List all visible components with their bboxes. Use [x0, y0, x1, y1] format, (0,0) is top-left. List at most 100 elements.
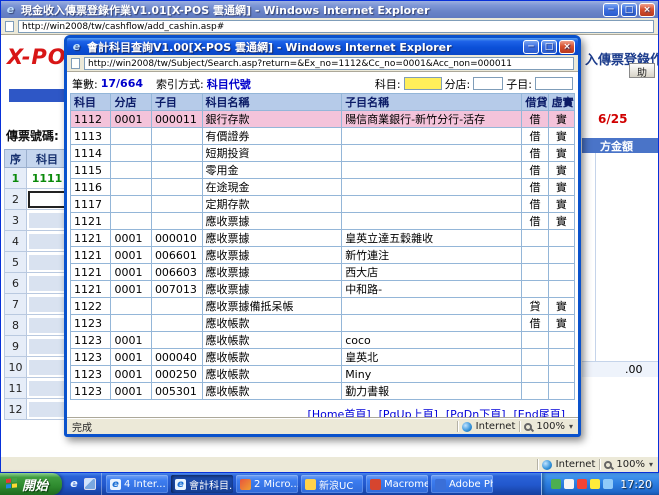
cell-branch: 0001: [111, 230, 151, 247]
tray-icon[interactable]: [577, 479, 587, 489]
entry-subject-cell[interactable]: [27, 294, 68, 315]
entry-subject-cell[interactable]: [27, 399, 68, 420]
subject-row[interactable]: 11230001000250應收帳款Miny: [71, 366, 575, 383]
zoom-dropdown-icon[interactable]: ▾: [569, 422, 573, 431]
subject-row[interactable]: 11230001000040應收帳款皇英北: [71, 349, 575, 366]
subject-row[interactable]: 11210001006603應收票據西大店: [71, 264, 575, 281]
table-column-divider: [595, 153, 596, 361]
taskbar-button[interactable]: 2 Micro...: [236, 475, 298, 493]
entry-subject-cell[interactable]: [27, 273, 68, 294]
cell-branch: [111, 298, 151, 315]
popup-maximize-button[interactable]: □: [541, 40, 557, 54]
cell-vr: [548, 281, 574, 298]
entry-subject-cell[interactable]: [27, 210, 68, 231]
entry-row-seq: 12: [5, 399, 27, 420]
tray-icon[interactable]: [564, 479, 574, 489]
zoom-dropdown-icon[interactable]: ▾: [649, 460, 653, 469]
tray-icon[interactable]: [590, 479, 600, 489]
pagination-link[interactable]: [PgDn下頁]: [446, 408, 506, 418]
cell-dc: 貸: [522, 298, 548, 315]
subject-input[interactable]: [28, 191, 66, 208]
entry-subject-cell[interactable]: [27, 336, 68, 357]
cell-branch: [111, 128, 151, 145]
popup-address-bar: http://win2008/tw/Subject/Search.asp?ret…: [67, 55, 578, 72]
cell-dc: [522, 264, 548, 281]
cell-acc: 1113: [71, 128, 111, 145]
show-desktop-icon[interactable]: [84, 478, 96, 490]
subacct-code-input[interactable]: [535, 77, 573, 90]
taskbar-button[interactable]: e4 Inter...: [106, 475, 168, 493]
entry-row: 11111: [5, 168, 68, 189]
subacct-code-label: 子目:: [506, 76, 532, 92]
subject-row[interactable]: 1114短期投資借實: [71, 145, 575, 162]
cell-sub: 007013: [151, 281, 202, 298]
subject-table-body: 11120001000011銀行存款陽信商業銀行-新竹分行-活存借實1113有價…: [71, 111, 575, 400]
subject-row[interactable]: 1117定期存款借實: [71, 196, 575, 213]
cell-acc: 1121: [71, 281, 111, 298]
entry-subject-cell[interactable]: 1111: [27, 168, 68, 189]
taskbar-button[interactable]: e會計科目...: [171, 475, 233, 493]
main-address-input[interactable]: http://win2008/tw/cashflow/add_cashin.as…: [18, 20, 654, 33]
windows-flag-icon: [6, 478, 18, 490]
entry-subject-cell[interactable]: [27, 189, 68, 210]
entry-row-seq: 6: [5, 273, 27, 294]
entry-row-seq: 7: [5, 294, 27, 315]
cell-name: 應收帳款: [202, 315, 342, 332]
maximize-button[interactable]: □: [621, 3, 637, 17]
subject-row[interactable]: 11210001007013應收票據中和路-: [71, 281, 575, 298]
entry-subject-cell[interactable]: [27, 315, 68, 336]
taskbar-button[interactable]: 新浪UC: [301, 475, 363, 493]
subject-code-input[interactable]: [404, 77, 442, 90]
cell-sub: [151, 145, 202, 162]
subject-row[interactable]: 11210001000010應收票據皇英立達五穀雜收: [71, 230, 575, 247]
entry-row: 2: [5, 189, 68, 210]
subject-row[interactable]: 1113有價證券借實: [71, 128, 575, 145]
taskbar-button[interactable]: Macromed...: [366, 475, 428, 493]
start-button[interactable]: 開始: [0, 473, 62, 495]
help-button-fragment[interactable]: 助: [629, 63, 655, 78]
cell-dc: [522, 281, 548, 298]
cell-dc: [522, 366, 548, 383]
entry-subject-cell[interactable]: [27, 357, 68, 378]
internet-zone-icon: [542, 460, 552, 470]
subject-row[interactable]: 11210001006601應收票據新竹連注: [71, 247, 575, 264]
flash-icon: [370, 479, 381, 490]
entry-subject-cell[interactable]: [27, 252, 68, 273]
subject-row[interactable]: 1123應收帳款借實: [71, 315, 575, 332]
subject-row[interactable]: 11230001應收帳款coco: [71, 332, 575, 349]
cell-sub_name: [342, 128, 522, 145]
quick-launch-ie-icon[interactable]: e: [67, 477, 81, 491]
tray-icon[interactable]: [603, 479, 613, 489]
branch-code-input[interactable]: [473, 77, 503, 90]
close-button[interactable]: ×: [639, 3, 655, 17]
entry-row-seq: 3: [5, 210, 27, 231]
subject-row[interactable]: 11120001000011銀行存款陽信商業銀行-新竹分行-活存借實: [71, 111, 575, 128]
popup-minimize-button[interactable]: ─: [523, 40, 539, 54]
popup-address-input[interactable]: http://win2008/tw/Subject/Search.asp?ret…: [84, 57, 574, 70]
pagination-link[interactable]: [End尾頁]: [514, 408, 566, 418]
subject-row[interactable]: 1116在途現金借實: [71, 179, 575, 196]
popup-close-button[interactable]: ×: [559, 40, 575, 54]
cell-branch: [111, 196, 151, 213]
cell-sub_name: 陽信商業銀行-新竹分行-活存: [342, 111, 522, 128]
entry-subject-cell[interactable]: [27, 378, 68, 399]
cell-name: 應收帳款: [202, 366, 342, 383]
count-value: 17/664: [101, 77, 143, 90]
subject-row[interactable]: 1121應收票據借實: [71, 213, 575, 230]
subject-row[interactable]: 11230001005301應收帳款勤力書報: [71, 383, 575, 400]
popup-zoom-level[interactable]: 100%: [536, 421, 565, 432]
main-zoom-level[interactable]: 100%: [616, 459, 645, 470]
cell-acc: 1123: [71, 383, 111, 400]
cell-acc: 1123: [71, 349, 111, 366]
subject-row[interactable]: 1122應收票據備抵呆帳貸實: [71, 298, 575, 315]
minimize-button[interactable]: ─: [603, 3, 619, 17]
entry-header-seq: 序: [5, 150, 27, 168]
cell-sub: 006601: [151, 247, 202, 264]
taskbar-button[interactable]: Adobe Ph...: [431, 475, 493, 493]
cell-sub_name: [342, 162, 522, 179]
pagination-link[interactable]: [Home首頁]: [308, 408, 371, 418]
tray-icon[interactable]: [551, 479, 561, 489]
entry-subject-cell[interactable]: [27, 231, 68, 252]
subject-row[interactable]: 1115零用金借實: [71, 162, 575, 179]
pagination-link[interactable]: [PgUp上頁]: [379, 408, 438, 418]
